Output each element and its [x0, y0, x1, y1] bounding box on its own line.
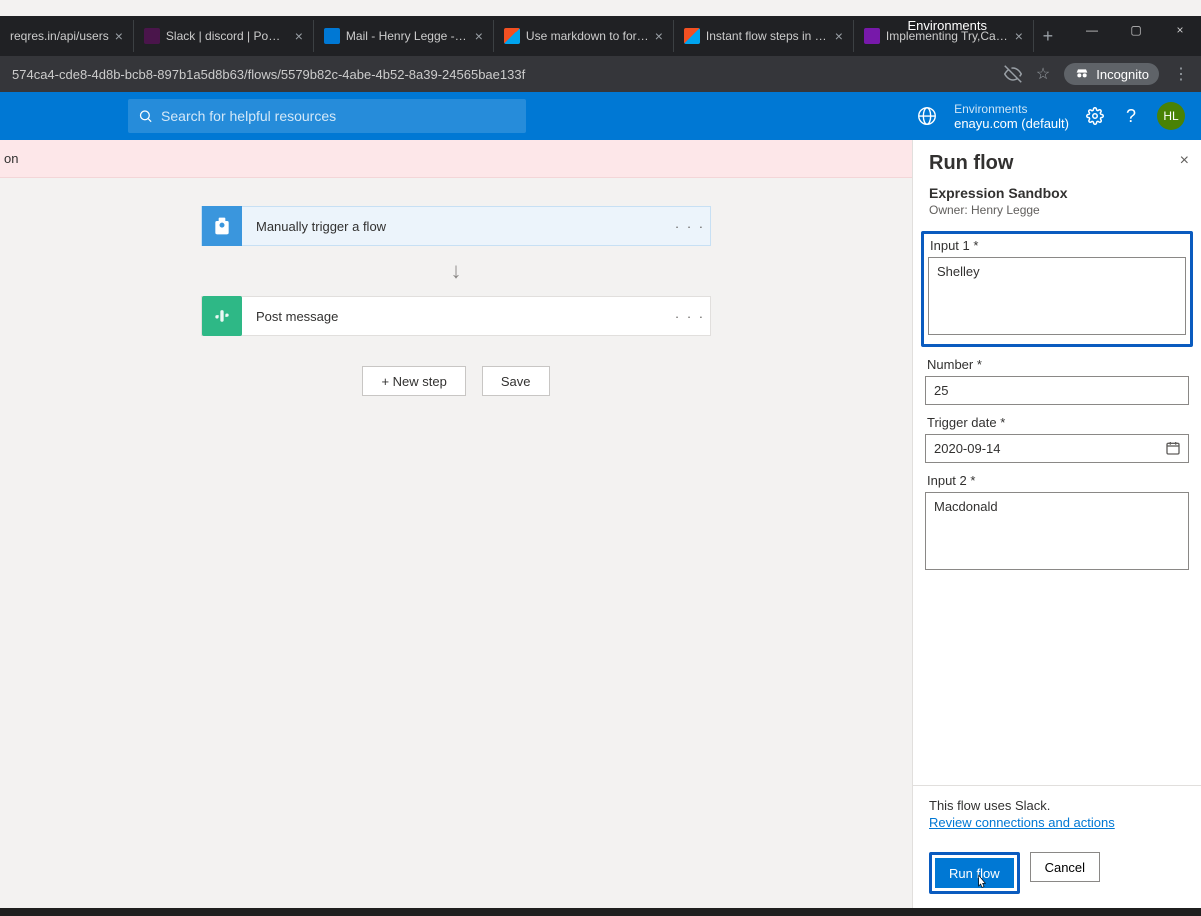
avatar[interactable]: HL — [1157, 102, 1185, 130]
browser-menu-icon[interactable]: ⋮ — [1173, 64, 1189, 84]
search-box[interactable] — [128, 99, 526, 133]
tab-3[interactable]: Use markdown to format P × — [494, 20, 674, 52]
arrow-down-icon: ↓ — [451, 258, 462, 284]
environment-picker[interactable]: Environments enayu.com (default) — [954, 102, 1069, 131]
tab-0[interactable]: reqres.in/api/users × — [0, 20, 134, 52]
run-button-highlight: Run flow — [929, 852, 1020, 894]
close-icon[interactable]: × — [1180, 152, 1189, 170]
date-label: Trigger date * — [927, 415, 1187, 430]
slack-favicon-icon — [144, 28, 160, 44]
eye-off-icon[interactable] — [1004, 65, 1022, 83]
slack-icon — [202, 296, 242, 336]
trigger-card[interactable]: Manually trigger a flow · · · — [201, 206, 711, 246]
close-icon[interactable]: × — [295, 28, 303, 44]
input2-label: Input 2 * — [927, 473, 1187, 488]
footer-note: This flow uses Slack. — [929, 798, 1185, 813]
new-tab-button[interactable]: + — [1034, 22, 1062, 50]
taskbar — [0, 908, 1201, 916]
url-text[interactable]: 574ca4-cde8-4d8b-bcb8-897b1a5d8b63/flows… — [12, 67, 994, 82]
tab-4[interactable]: Instant flow steps in busin × — [674, 20, 854, 52]
ms-favicon-icon — [504, 28, 520, 44]
help-icon[interactable]: ? — [1121, 106, 1141, 126]
web-favicon-icon — [864, 28, 880, 44]
tab-2[interactable]: Mail - Henry Legge - Outl × — [314, 20, 494, 52]
incognito-icon — [1074, 66, 1090, 82]
new-step-button[interactable]: + New step — [362, 366, 465, 396]
window-maximize[interactable]: ▢ — [1115, 16, 1157, 44]
search-icon — [138, 108, 153, 124]
trigger-icon — [202, 206, 242, 246]
panel-footer: This flow uses Slack. Review connections… — [913, 785, 1201, 908]
close-icon[interactable]: × — [655, 28, 663, 44]
number-label: Number * — [927, 357, 1187, 372]
flow-canvas: Manually trigger a flow · · · ↓ Post mes… — [0, 178, 912, 908]
review-connections-link[interactable]: Review connections and actions — [929, 815, 1115, 830]
close-icon[interactable]: × — [115, 28, 123, 44]
star-icon[interactable]: ☆ — [1036, 64, 1050, 84]
flow-name: Expression Sandbox — [913, 181, 1201, 201]
env-label: Environments — [954, 102, 1069, 116]
outlook-favicon-icon — [324, 28, 340, 44]
action-title: Post message — [242, 309, 670, 324]
ms-favicon-icon — [684, 28, 700, 44]
date-field[interactable] — [925, 434, 1189, 463]
close-icon[interactable]: × — [475, 28, 483, 44]
action-card[interactable]: Post message · · · — [201, 296, 711, 336]
environment-icon — [916, 105, 938, 127]
cancel-button[interactable]: Cancel — [1030, 852, 1100, 882]
run-flow-button[interactable]: Run flow — [935, 858, 1014, 888]
calendar-icon[interactable] — [1165, 440, 1181, 456]
gear-icon[interactable] — [1085, 106, 1105, 126]
app-header: Environments enayu.com (default) ? HL — [0, 92, 1201, 140]
flow-owner: Owner: Henry Legge — [913, 201, 1201, 227]
action-menu[interactable]: · · · — [670, 309, 710, 324]
input1-field[interactable] — [928, 257, 1186, 335]
trigger-menu[interactable]: · · · — [670, 219, 710, 234]
tab-1[interactable]: Slack | discord | Power Aut × — [134, 20, 314, 52]
incognito-badge: Incognito — [1064, 63, 1159, 85]
search-input[interactable] — [161, 108, 516, 124]
address-bar: 574ca4-cde8-4d8b-bcb8-897b1a5d8b63/flows… — [0, 56, 1201, 92]
window-close[interactable]: × — [1159, 16, 1201, 44]
number-field[interactable] — [925, 376, 1189, 405]
panel-title: Run flow — [929, 152, 1185, 175]
close-icon[interactable]: × — [835, 28, 843, 44]
browser-tabs: reqres.in/api/users × Slack | discord | … — [0, 16, 1201, 56]
underlying-environments-label: Environments — [908, 18, 987, 33]
save-button[interactable]: Save — [482, 366, 550, 396]
window-minimize[interactable]: — — [1071, 16, 1113, 44]
input1-highlight: Input 1 * — [921, 231, 1193, 347]
trigger-title: Manually trigger a flow — [242, 219, 670, 234]
env-name: enayu.com (default) — [954, 116, 1069, 131]
run-flow-panel: Run flow × Expression Sandbox Owner: Hen… — [912, 140, 1201, 908]
input2-field[interactable]: <span></span> — [925, 492, 1189, 570]
input1-label: Input 1 * — [930, 238, 1184, 253]
close-icon[interactable]: × — [1015, 28, 1023, 44]
